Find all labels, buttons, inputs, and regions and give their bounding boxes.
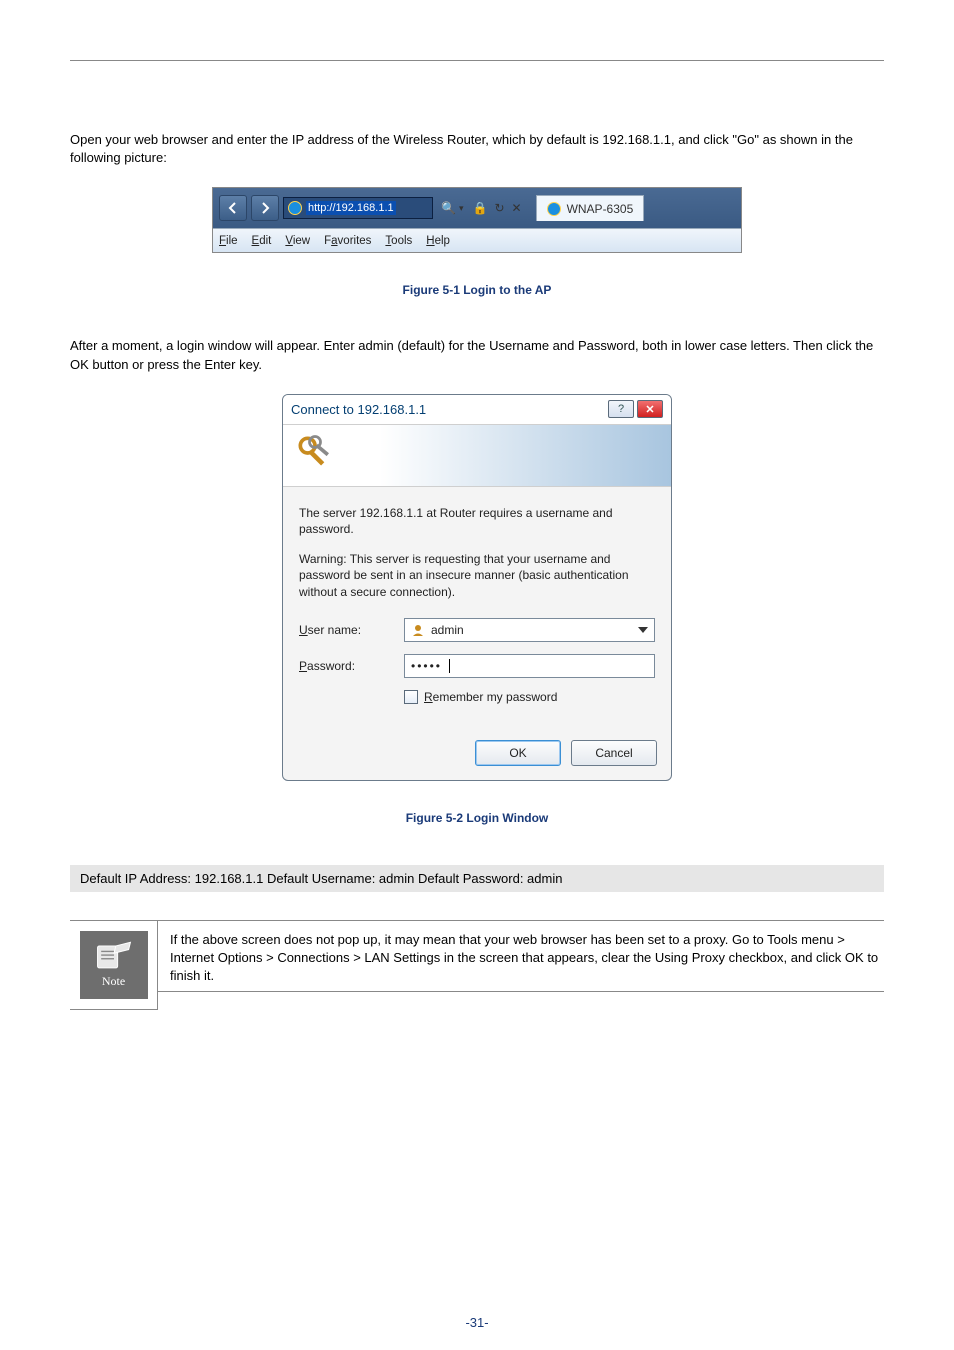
dialog-title: Connect to 192.168.1.1 — [291, 402, 426, 417]
password-label: Password: — [299, 659, 404, 673]
intro-paragraph-2: After a moment, a login window will appe… — [70, 337, 884, 373]
menu-view[interactable]: View — [285, 235, 310, 247]
menu-tools[interactable]: Tools — [385, 235, 412, 247]
address-bar[interactable]: http://192.168.1.1 — [283, 197, 433, 219]
refresh-icon[interactable]: ↻ — [494, 201, 504, 215]
username-label: User name: — [299, 623, 404, 637]
url-text: http://192.168.1.1 — [306, 201, 396, 215]
figure-browser-bar: http://192.168.1.1 🔍 ▾ 🔒 ↻ ✕ WNAP-6305 F… — [70, 187, 884, 253]
back-button[interactable] — [219, 195, 247, 221]
password-field[interactable]: ••••• — [404, 654, 655, 678]
help-button[interactable]: ? — [608, 400, 634, 418]
menu-file[interactable]: File — [219, 235, 238, 247]
username-value: admin — [431, 623, 464, 637]
intro-paragraph-1: Open your web browser and enter the IP a… — [70, 131, 884, 167]
note-label: Note — [102, 974, 125, 989]
password-value: ••••• — [411, 659, 442, 673]
remember-label: Remember my password — [424, 690, 557, 704]
remember-checkbox[interactable] — [404, 690, 418, 704]
user-icon — [411, 623, 425, 637]
text-cursor — [449, 659, 450, 673]
ie-icon — [547, 202, 561, 216]
keys-icon — [293, 431, 337, 480]
auth-prompt-text: The server 192.168.1.1 at Router require… — [299, 505, 655, 537]
figure-1-caption: Figure 5-1 Login to the AP — [70, 283, 884, 297]
menu-edit[interactable]: Edit — [252, 235, 272, 247]
ie-icon — [288, 201, 302, 215]
close-icon[interactable]: ✕ — [512, 201, 522, 215]
figure-login-dialog: Connect to 192.168.1.1 ? ✕ The ser — [70, 394, 884, 781]
note-icon: Note — [80, 931, 148, 999]
chevron-down-icon[interactable] — [638, 627, 648, 633]
toolbar-icons: 🔍 ▾ 🔒 ↻ ✕ — [441, 201, 522, 215]
auth-warning-text: Warning: This server is requesting that … — [299, 551, 655, 600]
browser-menu-bar: File Edit View Favorites Tools Help — [213, 228, 741, 252]
username-field[interactable]: admin — [404, 618, 655, 642]
menu-favorites[interactable]: Favorites — [324, 235, 371, 247]
note-text: If the above screen does not pop up, it … — [158, 921, 884, 993]
page-number: -31- — [0, 1315, 954, 1330]
menu-help[interactable]: Help — [426, 235, 450, 247]
search-icon[interactable]: 🔍 — [441, 201, 456, 215]
close-button[interactable]: ✕ — [637, 400, 663, 418]
tab-title: WNAP-6305 — [567, 202, 634, 216]
figure-2-caption: Figure 5-2 Login Window — [70, 811, 884, 825]
lock-icon: 🔒 — [472, 201, 487, 215]
ok-button[interactable]: OK — [475, 740, 561, 766]
browser-tab[interactable]: WNAP-6305 — [536, 195, 645, 221]
cancel-button[interactable]: Cancel — [571, 740, 657, 766]
forward-button[interactable] — [251, 195, 279, 221]
defaults-highlight: Default IP Address: 192.168.1.1 Default … — [70, 865, 884, 892]
note-block: Note If the above screen does not pop up… — [70, 920, 884, 1010]
